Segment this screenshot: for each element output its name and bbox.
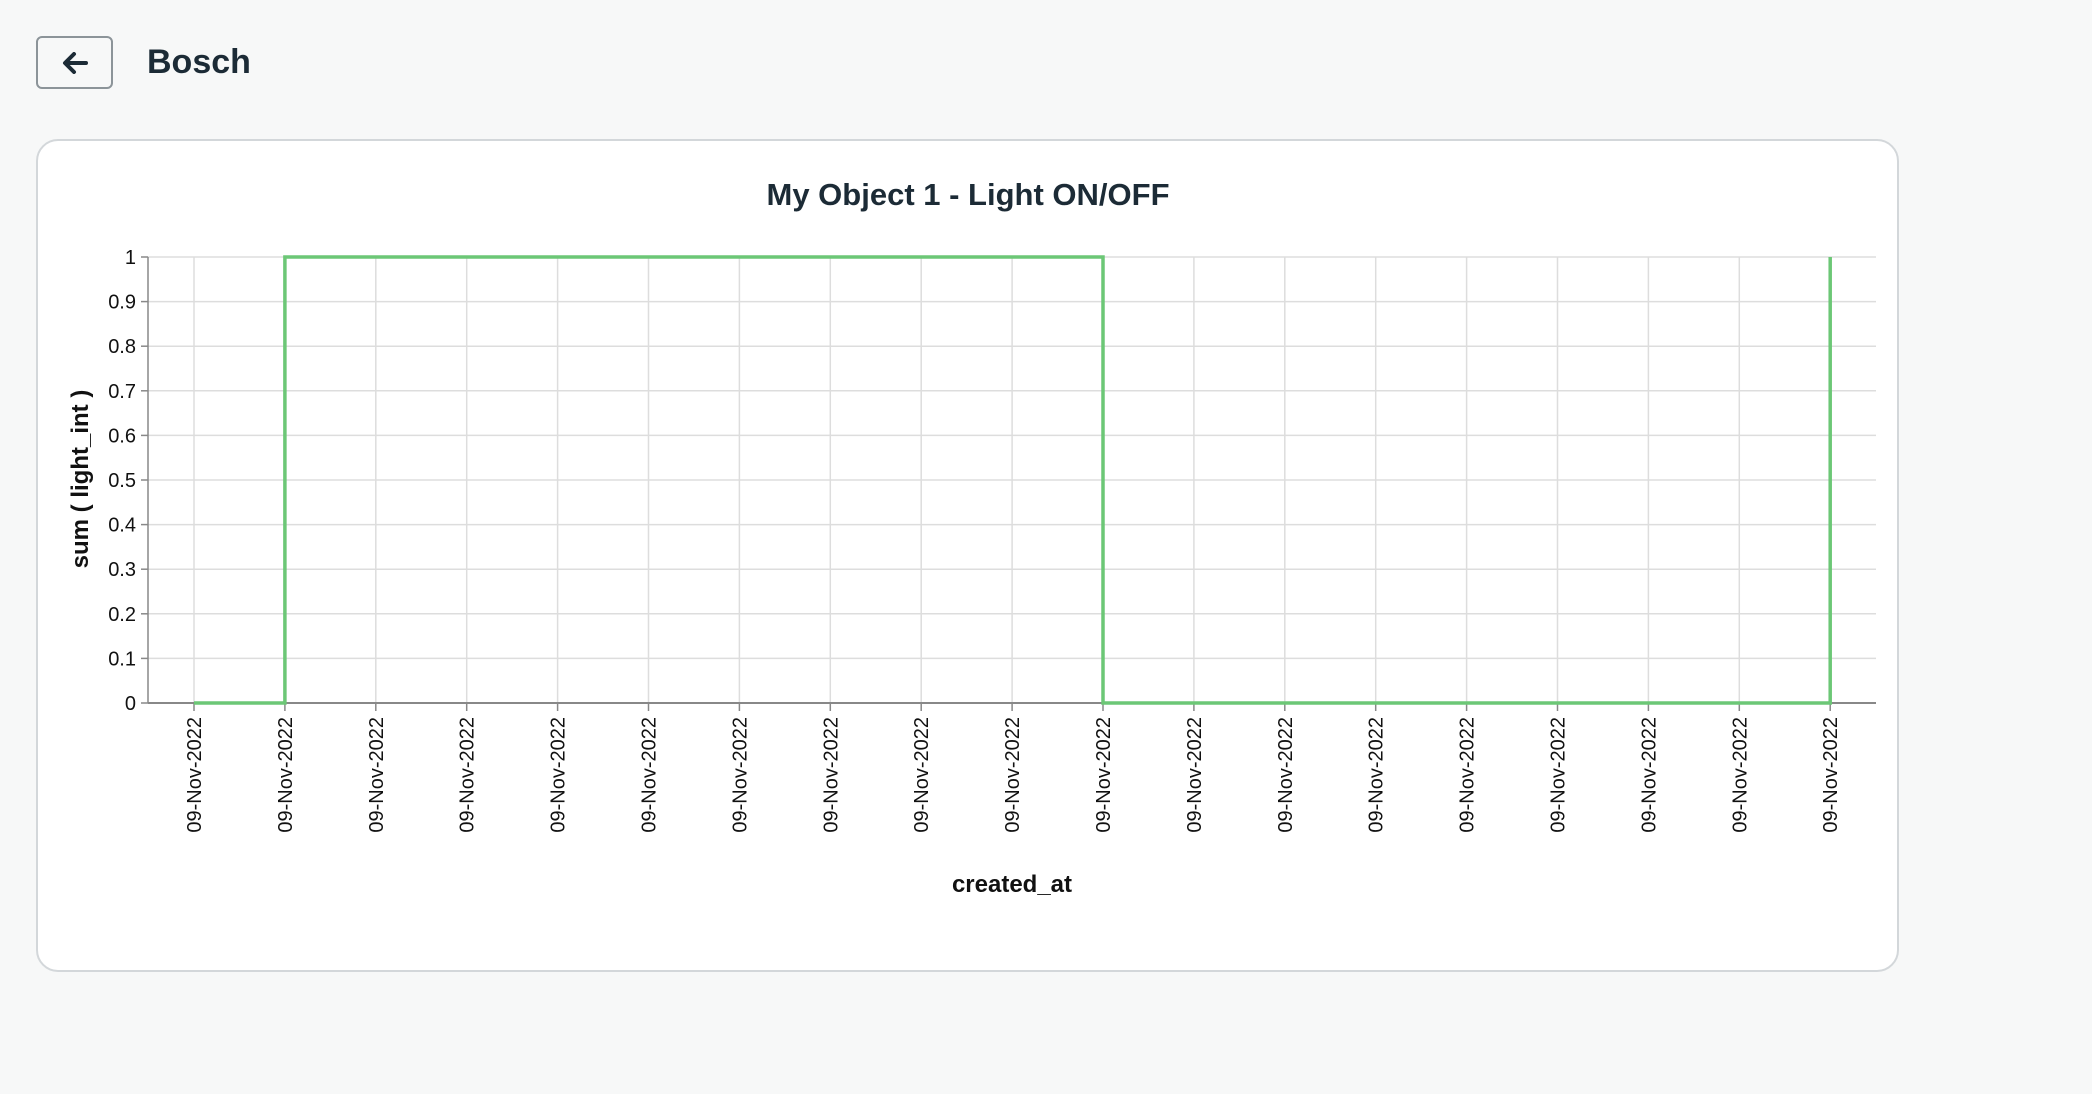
x-tick-label: 09-Nov-2022	[1184, 717, 1206, 833]
arrow-left-icon	[62, 51, 88, 74]
x-tick-label: 09-Nov-2022	[275, 717, 297, 833]
x-tick-label: 09-Nov-2022	[1275, 717, 1297, 833]
y-tick-label: 0.2	[108, 604, 136, 626]
x-tick-label: 09-Nov-2022	[457, 717, 479, 833]
y-axis-label: sum ( light_int )	[67, 390, 94, 569]
chart-card: My Object 1 - Light ON/OFF 0 0.1 0.2 0.3 0.4…	[36, 139, 1899, 972]
y-tick-label: 0.7	[108, 381, 136, 403]
y-tick-label: 0.9	[108, 292, 136, 314]
y-tick-label: 0.1	[108, 648, 136, 670]
x-tick-label: 09-Nov-2022	[639, 717, 661, 833]
x-tick-label: 09-Nov-2022	[366, 717, 388, 833]
x-tick-label: 09-Nov-2022	[1548, 717, 1570, 833]
y-tick-label: 1	[125, 247, 136, 269]
light-chart: My Object 1 - Light ON/OFF 0 0.1 0.2 0.3 0.4…	[67, 177, 1876, 898]
x-axis-label: created_at	[952, 871, 1072, 898]
x-tick-label: 09-Nov-2022	[729, 717, 751, 833]
x-tick-label: 09-Nov-2022	[820, 717, 842, 833]
x-tick-label: 09-Nov-2022	[1002, 717, 1024, 833]
x-tick-label: 09-Nov-2022	[548, 717, 570, 833]
y-tick-label: 0.6	[108, 425, 136, 447]
x-tick-label: 09-Nov-2022	[184, 717, 206, 833]
chart-title: My Object 1 - Light ON/OFF	[767, 177, 1170, 212]
y-tick-label: 0.4	[108, 515, 136, 537]
y-tick-label: 0	[125, 693, 136, 715]
x-tick-label: 09-Nov-2022	[1457, 717, 1479, 833]
y-tick-label: 0.8	[108, 336, 136, 358]
page-title: Bosch	[147, 43, 251, 81]
x-tick-label: 09-Nov-2022	[1093, 717, 1115, 833]
x-tick-label: 09-Nov-2022	[1820, 717, 1842, 833]
back-button[interactable]	[36, 36, 113, 89]
y-tick-label: 0.3	[108, 559, 136, 581]
x-tick-label: 09-Nov-2022	[1729, 717, 1751, 833]
x-tick-label: 09-Nov-2022	[1366, 717, 1388, 833]
x-tick-label: 09-Nov-2022	[911, 717, 933, 833]
page-header: Bosch	[36, 35, 251, 90]
x-tick-label: 09-Nov-2022	[1638, 717, 1660, 833]
y-tick-label: 0.5	[108, 470, 136, 492]
